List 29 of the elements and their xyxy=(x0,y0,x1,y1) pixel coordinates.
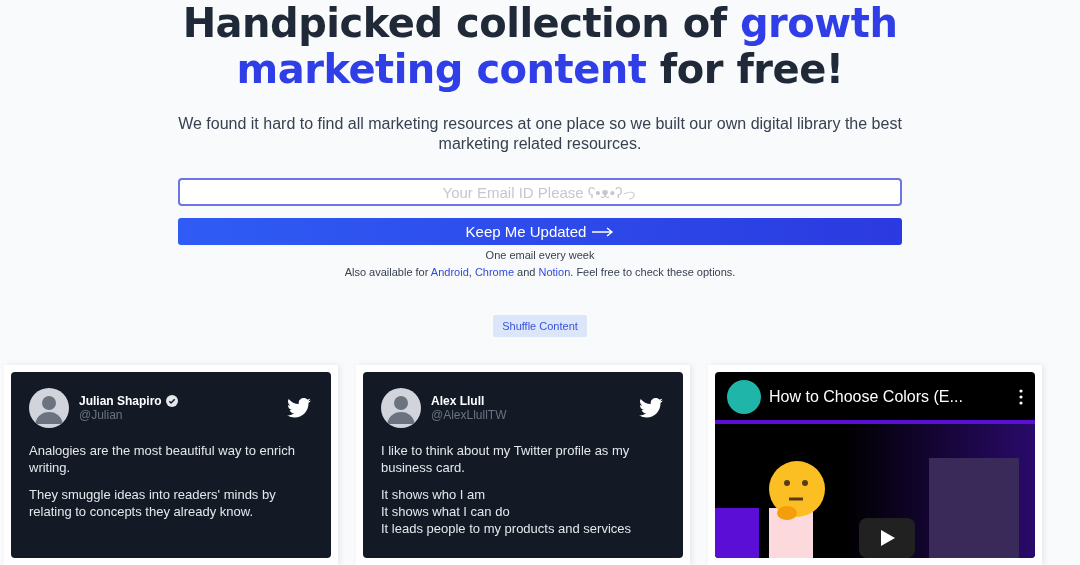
tweet-text: I like to think about my Twitter profile as my business card. xyxy=(381,442,631,476)
bird-icon xyxy=(287,398,311,418)
author-handle: @Julian xyxy=(79,408,124,422)
more-icon[interactable] xyxy=(1019,389,1023,405)
tweet-text: It leads people to my products and services xyxy=(381,520,633,537)
avatar-icon xyxy=(29,388,69,428)
shuffle-button[interactable]: Shuffle Content xyxy=(493,315,587,337)
tweet-text: It shows what I can do xyxy=(381,503,511,520)
subscribe-button[interactable]: Keep Me Updated xyxy=(178,218,902,245)
headline: Handpicked collection of growth marketing content for free! xyxy=(182,0,898,92)
channel-logo-icon xyxy=(727,380,761,414)
color-swatch xyxy=(715,508,759,558)
play-icon[interactable] xyxy=(859,518,915,558)
tweet-text: Analogies are the most beautiful way to enrich writing. xyxy=(29,442,296,476)
tweet-text: It shows who I am xyxy=(381,486,487,503)
author-handle: @AlexLlullTW xyxy=(431,408,508,422)
video-title: How to Choose Colors (E... xyxy=(769,388,964,406)
arrow-icon xyxy=(592,226,615,237)
subtitle: We found it hard to find all marketing resources at one place so we built our own digital library the best marketing related resources. xyxy=(177,114,903,154)
author-name: Julian Shapiro xyxy=(79,394,162,408)
frequency-note: One email every week xyxy=(485,248,595,262)
availability-note: Also available for Android, Chrome and Notion. Feel free to check these options. xyxy=(344,265,736,279)
video-thumbnail[interactable]: How to Choose Colors (E... xyxy=(715,372,1035,558)
author-name: Alex Llull xyxy=(431,394,485,408)
platform-link[interactable]: Chrome xyxy=(474,266,514,278)
avatar-icon xyxy=(381,388,421,428)
tweet-text: They smuggle ideas into readers' minds by relating to concepts they already know. xyxy=(29,486,277,520)
bird-icon xyxy=(639,398,663,418)
platform-link[interactable]: Android xyxy=(430,266,469,278)
